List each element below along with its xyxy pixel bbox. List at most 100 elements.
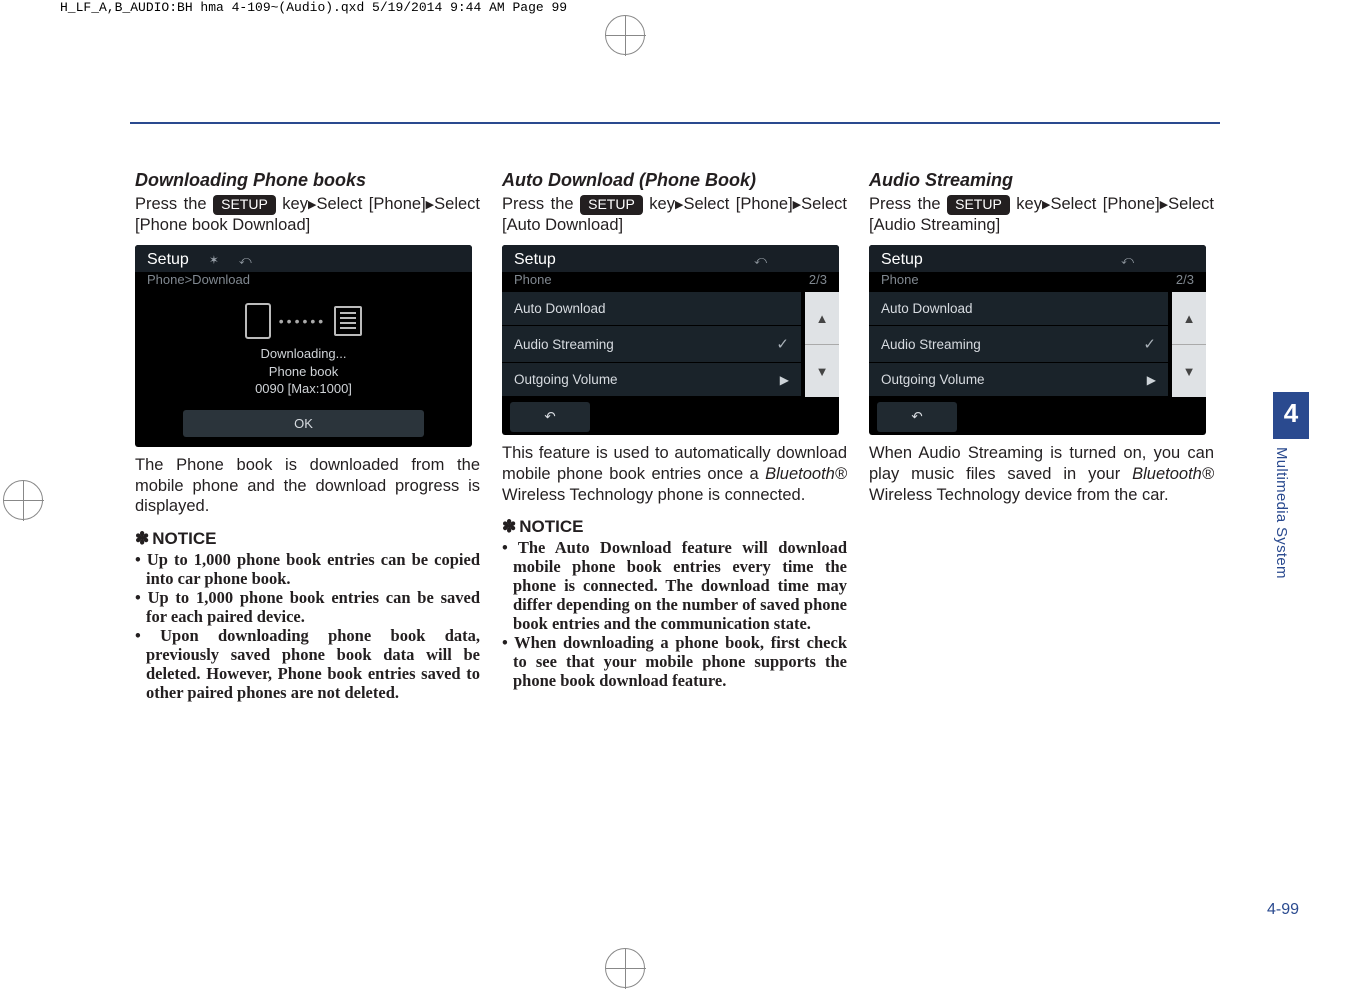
ok-button[interactable]: OK — [183, 410, 424, 437]
back-button[interactable]: ↶ — [877, 402, 957, 432]
bullet-item: When downloading a phone book, first che… — [502, 634, 847, 691]
bluetooth-text: Bluetooth® — [1132, 465, 1214, 483]
menu-row-audio-streaming[interactable]: Audio Streaming ✓ — [869, 326, 1168, 363]
menu-label: Audio Streaming — [514, 337, 614, 352]
notice-bullets: Up to 1,000 phone book entries can be co… — [135, 551, 480, 703]
check-icon: ✓ — [1143, 335, 1156, 353]
menu-row-auto-download[interactable]: Auto Download — [502, 292, 801, 326]
after-screenshot-text: This feature is used to automatically do… — [502, 443, 847, 505]
menu-main: Auto Download Audio Streaming ✓ Outgoing … — [869, 292, 1168, 397]
instruction-text: Press the SETUP key▶Select [Phone]▶Selec… — [869, 194, 1214, 235]
section-title: Auto Download (Phone Book) — [502, 170, 847, 191]
ss-sub-label: Phone — [881, 272, 919, 287]
after-screenshot-text: The Phone book is downloaded from the mo… — [135, 455, 480, 517]
snow-icon: ✶ — [209, 253, 219, 267]
phonebook-text: Phone book — [143, 363, 464, 381]
triangle-icon: ▶ — [426, 199, 434, 213]
chevron-right-icon: ▶ — [780, 373, 789, 387]
crop-mark-left — [3, 480, 43, 520]
ss-title-row: Setup ✶ ⤺ — [135, 245, 472, 272]
scroll-down-button[interactable]: ▼ — [1172, 345, 1206, 397]
crop-mark-top — [605, 15, 645, 55]
ss-page-indicator: 2/3 — [1176, 272, 1194, 287]
scroll-arrows: ▲ ▼ — [805, 292, 839, 397]
ss-body: •••••• Downloading... Phone book 0090 [M… — [135, 292, 472, 447]
notice-star-icon: ✽ — [135, 529, 149, 548]
instruction-text: Press the SETUP key▶Select [Phone]▶Selec… — [502, 194, 847, 235]
setup-key-badge: SETUP — [947, 195, 1010, 215]
column-3: Audio Streaming Press the SETUP key▶Sele… — [869, 170, 1214, 703]
bullet-item: Up to 1,000 phone book entries can be sa… — [135, 589, 480, 627]
ss-title-text: Setup — [881, 251, 923, 269]
phone-icon — [245, 303, 271, 339]
chapter-label: Multimedia System — [1273, 439, 1290, 619]
progress-text: 0090 [Max:1000] — [143, 380, 464, 398]
menu-main: Auto Download Audio Streaming ✓ Outgoing … — [502, 292, 801, 397]
bullet-item: Up to 1,000 phone book entries can be co… — [135, 551, 480, 589]
menu-label: Outgoing Volume — [514, 372, 618, 387]
scroll-up-button[interactable]: ▲ — [805, 292, 839, 345]
scroll-down-button[interactable]: ▼ — [805, 345, 839, 397]
download-icons: •••••• — [143, 303, 464, 339]
check-icon: ✓ — [776, 335, 789, 353]
chapter-number: 4 — [1273, 392, 1309, 439]
column-2: Auto Download (Phone Book) Press the SET… — [502, 170, 847, 703]
page-number: 4-99 — [1267, 901, 1299, 919]
instr-post: key — [1010, 195, 1042, 213]
menu-label: Outgoing Volume — [881, 372, 985, 387]
share-icon: ⤺ — [239, 253, 252, 268]
scroll-up-button[interactable]: ▲ — [1172, 292, 1206, 345]
bluetooth-text: Bluetooth® — [765, 465, 847, 483]
breadcrumb-text: Phone>Download — [147, 272, 250, 287]
ss-title-text: Setup — [514, 251, 556, 269]
instr-pre: Press the — [869, 195, 947, 213]
menu-label: Auto Download — [881, 301, 973, 316]
menu-row-auto-download[interactable]: Auto Download — [869, 292, 1168, 326]
bullet-item: Upon downloading phone book data, previo… — [135, 627, 480, 703]
menu-row-outgoing-volume[interactable]: Outgoing Volume ▶ — [502, 363, 801, 397]
downloading-text: Downloading... — [143, 345, 464, 363]
instr-pre: Press the — [135, 195, 213, 213]
share-icon: ⤺ — [754, 253, 767, 268]
setup-screenshot-download: Setup ✶ ⤺ Phone>Download •••••• Download… — [135, 245, 472, 447]
page-content: Downloading Phone books Press the SETUP … — [135, 170, 1220, 703]
menu-row-audio-streaming[interactable]: Audio Streaming ✓ — [502, 326, 801, 363]
triangle-icon: ▶ — [793, 199, 801, 213]
instr-tail: Select [Phone] — [683, 195, 792, 213]
text-b: Wireless Technology device from the car. — [869, 486, 1169, 504]
ss-sub-row: Phone 2/3 — [869, 272, 1206, 292]
menu-row-outgoing-volume[interactable]: Outgoing Volume ▶ — [869, 363, 1168, 397]
notice-label: NOTICE — [519, 517, 583, 536]
ss-title-row: Setup ⤺ — [502, 245, 839, 272]
menu-label: Auto Download — [514, 301, 606, 316]
menu-label: Audio Streaming — [881, 337, 981, 352]
instr-tail: Select [Phone] — [316, 195, 425, 213]
text-b: Wireless Technology phone is connected. — [502, 486, 805, 504]
triangle-icon: ▶ — [1160, 199, 1168, 213]
notice-label: NOTICE — [152, 529, 216, 548]
section-title: Downloading Phone books — [135, 170, 480, 191]
back-button[interactable]: ↶ — [510, 402, 590, 432]
ss-sub-row: Phone 2/3 — [502, 272, 839, 292]
scroll-arrows: ▲ ▼ — [1172, 292, 1206, 397]
chapter-tab: 4 Multimedia System — [1273, 392, 1309, 622]
instruction-text: Press the SETUP key▶Select [Phone]▶Selec… — [135, 194, 480, 235]
ss-page-indicator: 2/3 — [809, 272, 827, 287]
ss-title-text: Setup — [147, 251, 189, 269]
column-1: Downloading Phone books Press the SETUP … — [135, 170, 480, 703]
dots-icon: •••••• — [279, 312, 326, 331]
setup-screenshot-phone-menu: Setup ⤺ Phone 2/3 Auto Download Audio St… — [869, 245, 1206, 435]
crop-mark-bottom — [605, 948, 645, 988]
chevron-right-icon: ▶ — [1147, 373, 1156, 387]
setup-screenshot-phone-menu: Setup ⤺ Phone 2/3 Auto Download Audio St… — [502, 245, 839, 435]
ss-breadcrumb: Phone>Download — [135, 272, 472, 292]
print-header: H_LF_A,B_AUDIO:BH hma 4-109~(Audio).qxd … — [60, 0, 567, 15]
notice-bullets: The Auto Download feature will download … — [502, 539, 847, 691]
list-icon — [334, 306, 362, 336]
menu-section: Auto Download Audio Streaming ✓ Outgoing … — [502, 292, 839, 397]
instr-post: key — [276, 195, 308, 213]
instr-pre: Press the — [502, 195, 580, 213]
share-icon: ⤺ — [1121, 253, 1134, 268]
instr-post: key — [643, 195, 675, 213]
instr-tail: Select [Phone] — [1050, 195, 1159, 213]
